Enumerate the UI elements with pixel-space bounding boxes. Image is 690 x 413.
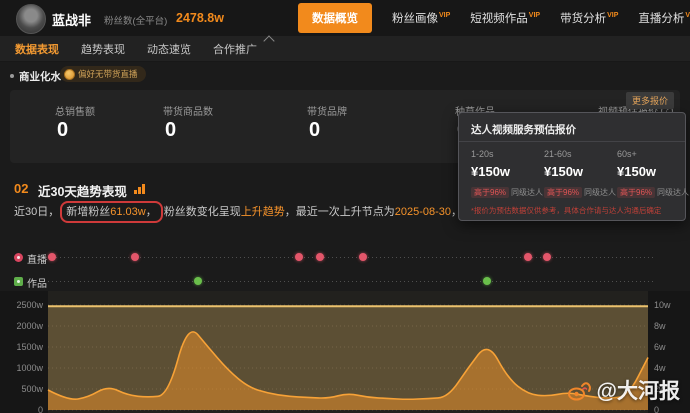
- weibo-icon: [567, 379, 593, 401]
- quote-compare-peers: 同级达人: [584, 188, 616, 197]
- live-event-dot[interactable]: [48, 253, 56, 261]
- metric-label: 带货品牌: [307, 103, 347, 118]
- coin-icon: [64, 69, 75, 80]
- quote-compare-peers: 同级达人: [657, 188, 689, 197]
- preference-badge: 偏好无带货直播: [60, 66, 146, 82]
- preference-badge-label: 偏好无带货直播: [78, 68, 138, 80]
- nav-tab-data-overview[interactable]: 数据概览: [298, 3, 372, 33]
- username: 蓝战非: [52, 10, 91, 29]
- y-axis-label-right: 6w: [654, 342, 666, 352]
- fans-count-value: 2478.8w: [176, 11, 224, 25]
- top-bar: 蓝战非 粉丝数(全平台) 2478.8w 数据概览 粉丝画像VIP 短视频作品VIP…: [0, 0, 690, 36]
- vip-badge: VIP: [439, 12, 450, 19]
- live-event-dot[interactable]: [316, 253, 324, 261]
- summary-rise-date: 2025-08-30: [395, 206, 451, 218]
- section-bullet: [10, 74, 14, 78]
- popup-columns: 1-20s ¥150w 高于96%同级达人 21-60s ¥150w 高于96%…: [471, 149, 690, 198]
- sub-nav: 数据表现 趋势表现 动态速览 合作推广: [0, 36, 690, 62]
- live-event-dot[interactable]: [359, 253, 367, 261]
- works-track: [48, 281, 656, 282]
- quote-compare-pct: 高于96%: [471, 187, 509, 198]
- live-marker-row: 直播: [0, 250, 690, 264]
- popup-divider: [459, 141, 685, 142]
- y-axis-label-left: 1500w: [16, 342, 43, 352]
- live-event-dot[interactable]: [543, 253, 551, 261]
- app-root: 蓝战非 粉丝数(全平台) 2478.8w 数据概览 粉丝画像VIP 短视频作品VIP…: [0, 0, 690, 413]
- metric-value: 0: [309, 119, 320, 142]
- quote-compare-pct: 高于96%: [544, 187, 582, 198]
- quote-price: ¥150w: [617, 164, 690, 179]
- avatar[interactable]: [16, 4, 46, 34]
- quote-compare-pct: 高于96%: [617, 187, 655, 198]
- quote-price: ¥150w: [471, 164, 544, 179]
- quote-compare: 高于96%同级达人: [471, 187, 544, 198]
- live-event-dot[interactable]: [524, 253, 532, 261]
- trend-section-title: 近30天趋势表现: [38, 181, 127, 200]
- y-axis-label-right: 10w: [654, 300, 671, 310]
- fans-count-label: 粉丝数(全平台): [104, 13, 167, 27]
- summary-boxed-comma: ，: [146, 206, 157, 218]
- live-track: [48, 257, 656, 258]
- summary-boxed-text: 新增粉丝: [66, 206, 110, 218]
- summary-mid1: 粉丝数变化呈现: [164, 206, 241, 218]
- live-event-dot[interactable]: [295, 253, 303, 261]
- y-axis-label-left: 0: [38, 405, 43, 413]
- vip-badge: VIP: [529, 12, 540, 19]
- live-series-icon: [14, 253, 23, 262]
- subnav-tab-data-performance[interactable]: 数据表现: [15, 41, 59, 57]
- quote-column: 21-60s ¥150w 高于96%同级达人: [544, 149, 617, 198]
- metric-value: 0: [165, 119, 176, 142]
- y-axis-label-left: 1000w: [16, 363, 43, 373]
- vip-badge: VIP: [685, 12, 690, 19]
- live-series-label: 直播: [27, 251, 47, 266]
- works-series-label: 作品: [27, 275, 47, 290]
- trend-bars-icon: [134, 184, 145, 194]
- primary-nav: 数据概览 粉丝画像VIP 短视频作品VIP 带货分析VIP 直播分析VIP: [298, 0, 690, 36]
- subnav-tab-activity-overview[interactable]: 动态速览: [147, 41, 191, 57]
- y-axis-label-left: 2500w: [16, 300, 43, 310]
- nav-tab-short-video-works[interactable]: 短视频作品VIP: [470, 10, 540, 26]
- vip-badge: VIP: [607, 12, 618, 19]
- section-index: 02: [14, 181, 28, 196]
- quote-column: 60s+ ¥150w 高于96%同级达人: [617, 149, 690, 198]
- works-marker-row: 作品: [0, 274, 690, 288]
- works-series-icon: [14, 277, 23, 286]
- quote-duration: 1-20s: [471, 149, 544, 159]
- quote-duration: 21-60s: [544, 149, 617, 159]
- quote-column: 1-20s ¥150w 高于96%同级达人: [471, 149, 544, 198]
- y-axis-label-right: 0: [654, 405, 659, 413]
- more-quotes-button[interactable]: 更多报价: [626, 92, 674, 109]
- watermark-text: @大河报: [597, 375, 680, 405]
- quote-compare-peers: 同级达人: [511, 188, 543, 197]
- summary-prefix: 近30日，: [14, 206, 59, 218]
- summary-new-fans-value: 61.03w: [110, 206, 145, 218]
- y-axis-label-left: 500w: [21, 384, 43, 394]
- popup-note: *报价为预估数据仅供参考，具体合作请与达人沟通后确定: [471, 205, 677, 216]
- summary-mid2: ，最近一次上升节点为: [285, 206, 395, 218]
- y-axis-label-left: 2000w: [16, 321, 43, 331]
- metric-label: 总销售额: [55, 103, 95, 118]
- nav-tab-commerce-analysis[interactable]: 带货分析VIP: [560, 10, 618, 26]
- subnav-tab-cooperation-promotion[interactable]: 合作推广: [213, 41, 257, 57]
- metric-label: 带货商品数: [163, 103, 213, 118]
- metric-value: 0: [57, 119, 68, 142]
- works-event-dot[interactable]: [194, 277, 202, 285]
- annotation-box: 新增粉丝61.03w，: [60, 201, 162, 223]
- popup-title: 达人视频服务预估报价: [471, 122, 576, 137]
- y-axis-label-right: 4w: [654, 363, 666, 373]
- summary-trend-direction: 上升趋势: [241, 206, 285, 218]
- video-quote-popup: 达人视频服务预估报价 1-20s ¥150w 高于96%同级达人 21-60s …: [458, 112, 686, 221]
- quote-price: ¥150w: [544, 164, 617, 179]
- quote-compare: 高于96%同级达人: [544, 187, 617, 198]
- subnav-tab-trend-performance[interactable]: 趋势表现: [81, 41, 125, 57]
- nav-tab-fans-portrait[interactable]: 粉丝画像VIP: [392, 10, 450, 26]
- watermark: @大河报: [567, 375, 680, 405]
- live-event-dot[interactable]: [131, 253, 139, 261]
- works-event-dot[interactable]: [483, 277, 491, 285]
- nav-tab-live-analysis[interactable]: 直播分析VIP: [638, 10, 690, 26]
- y-axis-label-right: 8w: [654, 321, 666, 331]
- quote-compare: 高于96%同级达人: [617, 187, 690, 198]
- quote-duration: 60s+: [617, 149, 690, 159]
